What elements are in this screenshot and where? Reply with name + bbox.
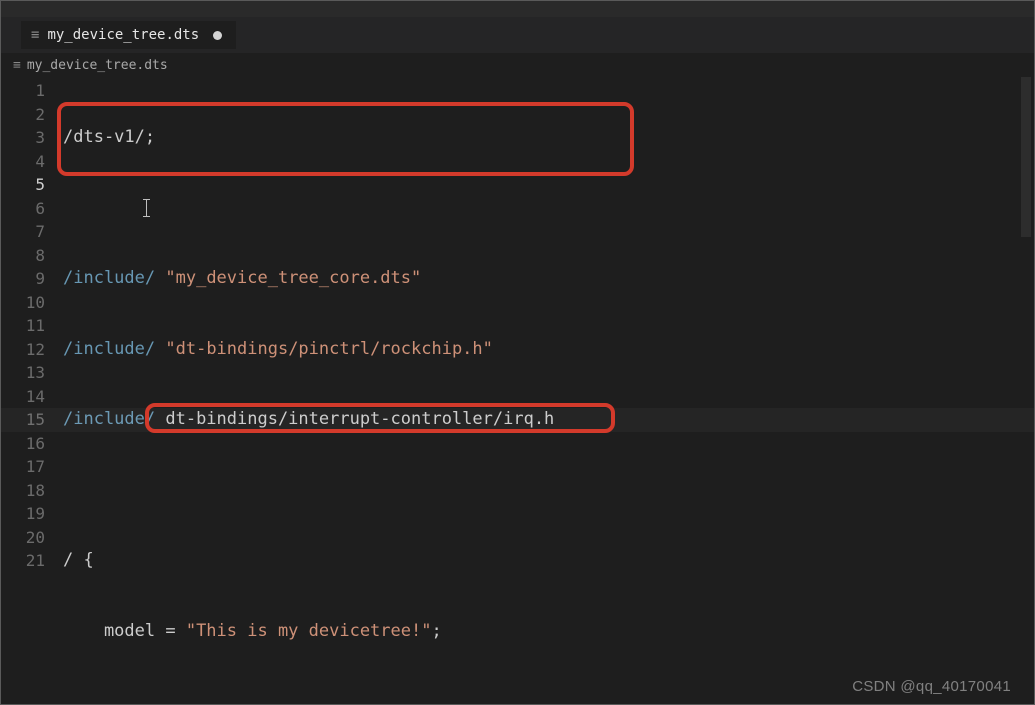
code-line[interactable]: /dts-v1/;: [63, 126, 1034, 150]
line-number: 18: [1, 479, 45, 503]
tab-active[interactable]: ≡ my_device_tree.dts: [21, 21, 236, 49]
line-number: 1: [1, 79, 45, 103]
line-number: 10: [1, 291, 45, 315]
code-content[interactable]: /dts-v1/; /include/ "my_device_tree_core…: [63, 77, 1034, 704]
code-line[interactable]: / {: [63, 549, 1034, 573]
editor-window: ≡ my_device_tree.dts ≡ my_device_tree.dt…: [0, 0, 1035, 705]
line-number: 11: [1, 314, 45, 338]
line-number: 17: [1, 455, 45, 479]
code-line[interactable]: /include/ "my_device_tree_core.dts": [63, 267, 1034, 291]
line-number: 16: [1, 432, 45, 456]
line-number: 21: [1, 549, 45, 573]
line-number: 13: [1, 361, 45, 385]
file-icon: ≡: [31, 27, 39, 43]
line-number: 14: [1, 385, 45, 409]
unsaved-indicator-icon: [213, 31, 222, 40]
vertical-scrollbar[interactable]: [1020, 77, 1034, 704]
scrollbar-thumb[interactable]: [1021, 77, 1031, 237]
code-line[interactable]: /include/ dt-bindings/interrupt-controll…: [63, 408, 1034, 432]
watermark-text: CSDN @qq_40170041: [852, 678, 1011, 695]
text-cursor-icon: [146, 199, 147, 217]
breadcrumb[interactable]: ≡ my_device_tree.dts: [1, 53, 1034, 77]
line-number: 5: [1, 173, 45, 197]
code-line[interactable]: [63, 479, 1034, 503]
title-bar: [1, 1, 1034, 17]
tab-bar: ≡ my_device_tree.dts: [1, 17, 1034, 53]
breadcrumb-filename: my_device_tree.dts: [27, 58, 168, 73]
line-number: 15: [1, 408, 45, 432]
line-number: 20: [1, 526, 45, 550]
line-number: 8: [1, 244, 45, 268]
line-number-gutter: 1 2 3 4 5 6 7 8 9 10 11 12 13 14 15 16 1…: [1, 77, 63, 704]
editor-area[interactable]: 1 2 3 4 5 6 7 8 9 10 11 12 13 14 15 16 1…: [1, 77, 1034, 704]
line-number: 6: [1, 197, 45, 221]
line-number: 19: [1, 502, 45, 526]
code-line[interactable]: /include/ "dt-bindings/pinctrl/rockchip.…: [63, 338, 1034, 362]
code-line[interactable]: model = "This is my devicetree!";: [63, 620, 1034, 644]
line-number: 9: [1, 267, 45, 291]
line-number: 4: [1, 150, 45, 174]
code-line[interactable]: [63, 197, 1034, 221]
line-number: 12: [1, 338, 45, 362]
line-number: 7: [1, 220, 45, 244]
file-icon: ≡: [13, 58, 21, 73]
line-number: 3: [1, 126, 45, 150]
tab-filename: my_device_tree.dts: [47, 27, 199, 43]
line-number: 2: [1, 103, 45, 127]
